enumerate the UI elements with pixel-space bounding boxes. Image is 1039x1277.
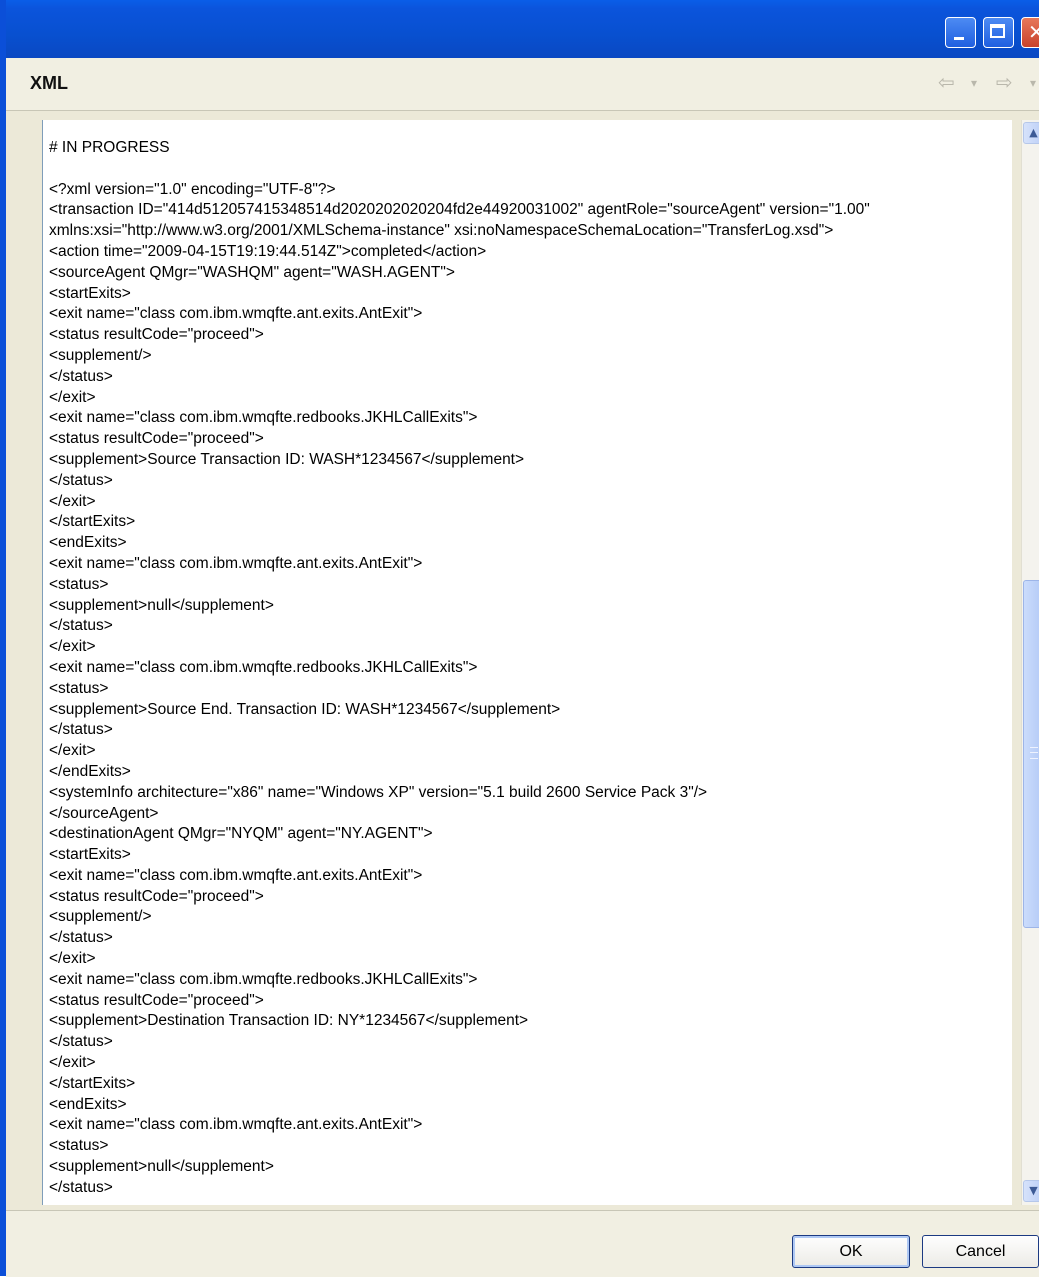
maximize-button[interactable] [983,17,1014,48]
xml-dialog-window: ✕ XML ⇦ ▾ ⇨ ▾ # IN PROGRESS <?xml versio… [0,0,1039,1277]
xml-line: <systemInfo architecture="x86" name="Win… [49,783,708,801]
grip-icon [1030,747,1038,759]
xml-line: </status> [49,929,113,947]
close-icon: ✕ [1028,20,1039,44]
xml-line: <supplement>Destination Transaction ID: … [49,1012,529,1030]
xml-text-area[interactable]: # IN PROGRESS <?xml version="1.0" encodi… [42,120,1012,1205]
xml-line: <exit name="class com.ibm.wmqfte.ant.exi… [49,866,423,884]
xml-line: <exit name="class com.ibm.wmqfte.redbook… [49,409,478,427]
xml-line: </status> [49,367,113,385]
xml-line: <endExits> [49,534,127,552]
xml-line: <status> [49,679,109,697]
vertical-scrollbar[interactable]: ▲ ▼ [1021,120,1039,1205]
xml-line: <destinationAgent QMgr="NYQM" agent="NY.… [49,825,433,843]
xml-line: </status> [49,1178,113,1196]
cancel-button[interactable]: Cancel [922,1235,1039,1268]
chevron-up-icon: ▲ [1029,126,1038,139]
xml-line: <sourceAgent QMgr="WASHQM" agent="WASH.A… [49,263,455,281]
xml-line: <supplement/> [49,346,152,364]
xml-line: <status resultCode="proceed"> [49,991,264,1009]
xml-line: <status resultCode="proceed"> [49,887,264,905]
minimize-button[interactable] [945,17,976,48]
xml-line: <transaction ID="414d512057415348514d202… [49,201,870,219]
xml-line: <status resultCode="proceed"> [49,430,264,448]
forward-arrow-icon[interactable]: ⇨ [996,70,1013,94]
xml-line: </status> [49,721,113,739]
xml-line: <startExits> [49,284,131,302]
xml-line: </sourceAgent> [49,804,159,822]
xml-line: <?xml version="1.0" encoding="UTF-8"?> [49,180,336,198]
xml-line: <exit name="class com.ibm.wmqfte.ant.exi… [49,305,423,323]
forward-dropdown-icon[interactable]: ▾ [1030,76,1036,90]
xml-line: </startExits> [49,1074,136,1092]
xml-line: <action time="2009-04-15T19:19:44.514Z">… [49,242,487,260]
xml-line: <exit name="class com.ibm.wmqfte.ant.exi… [49,554,423,572]
xml-line: </exit> [49,742,96,760]
scroll-up-button[interactable]: ▲ [1023,122,1039,144]
xml-line: </status> [49,617,113,635]
back-dropdown-icon[interactable]: ▾ [971,76,977,90]
scroll-thumb[interactable] [1023,580,1039,928]
xml-line: <status> [49,575,109,593]
xml-line: </status> [49,471,113,489]
xml-line: </status> [49,1033,113,1051]
xml-content: # IN PROGRESS <?xml version="1.0" encodi… [49,138,870,1199]
xml-line: <startExits> [49,846,131,864]
ok-button[interactable]: OK [792,1235,910,1268]
dialog-footer: OK Cancel [6,1210,1039,1277]
xml-line: <exit name="class com.ibm.wmqfte.redbook… [49,970,478,988]
scroll-down-button[interactable]: ▼ [1023,1180,1039,1202]
xml-line: </endExits> [49,762,131,780]
xml-line: </exit> [49,1054,96,1072]
xml-line: </exit> [49,492,96,510]
xml-line: <exit name="class com.ibm.wmqfte.redbook… [49,658,478,676]
xml-line: # IN PROGRESS [49,139,170,156]
back-arrow-icon[interactable]: ⇦ [938,70,955,94]
close-button[interactable]: ✕ [1021,17,1039,48]
xml-line: <supplement>null</supplement> [49,1158,274,1176]
chevron-down-icon: ▼ [1029,1184,1038,1197]
dialog-header: XML ⇦ ▾ ⇨ ▾ [6,58,1039,111]
xml-line: </startExits> [49,513,136,531]
dialog-title: XML [30,73,68,93]
xml-line: </exit> [49,388,96,406]
xml-line: <supplement>Source Transaction ID: WASH*… [49,450,525,468]
xml-line [49,159,870,180]
xml-line: </exit> [49,950,96,968]
xml-line: <supplement>Source End. Transaction ID: … [49,700,561,718]
xml-line: <status resultCode="proceed"> [49,326,264,344]
xml-line: <supplement/> [49,908,152,926]
xml-line: <endExits> [49,1095,127,1113]
maximize-icon [990,24,1005,38]
xml-line: xmlns:xsi="http://www.w3.org/2001/XMLSch… [49,222,834,240]
title-bar[interactable]: ✕ [6,0,1039,58]
xml-line: <supplement>null</supplement> [49,596,274,614]
xml-line: </exit> [49,638,96,656]
xml-line: <exit name="class com.ibm.wmqfte.ant.exi… [49,1116,423,1134]
minimize-icon [954,37,964,40]
xml-line: <status> [49,1137,109,1155]
